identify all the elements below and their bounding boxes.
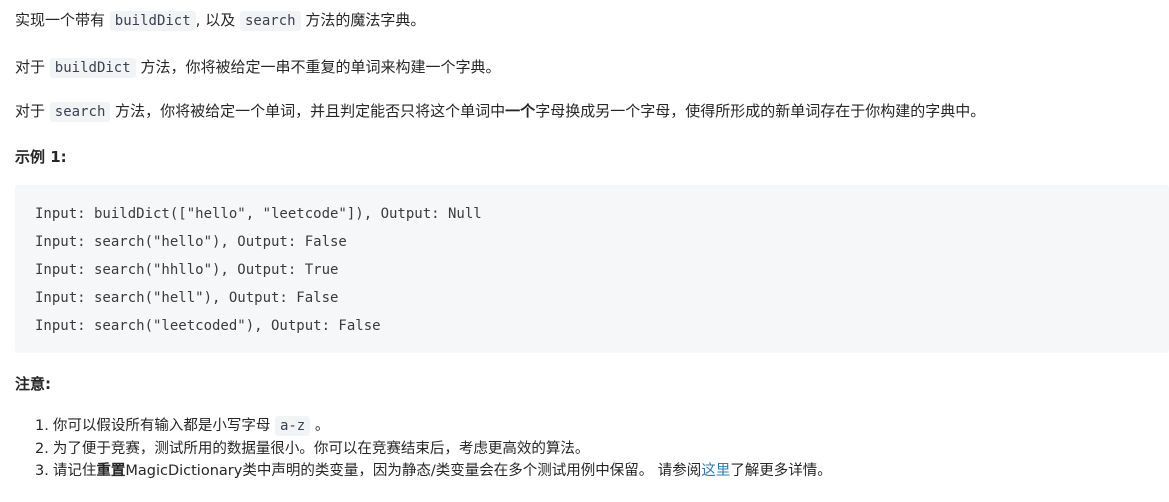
note-text: 请记住 (52, 463, 97, 479)
intro-paragraph-2: 对于 buildDict 方法，你将被给定一串不重复的单词来构建一个字典。 (15, 55, 500, 80)
code-line: Input: search("hell"), Output: False (35, 290, 339, 306)
notes-list: 1. 你可以假设所有输入都是小写字母 a-z 。 2. 为了便于竞赛，测试所用的数据… (35, 415, 832, 483)
intro-text: 方法，你将被给定一串不重复的单词来构建一个字典。 (140, 58, 501, 76)
note-text: 。 (314, 418, 330, 434)
note-text: 为了便于竞赛，测试所用的数据量很小。你可以在竞赛结束后，考虑更高效的算法。 (52, 440, 590, 457)
list-item: 2. 为了便于竞赛，测试所用的数据量很小。你可以在竞赛结束后，考虑更高效的算法。 (35, 438, 832, 461)
note-text: MagicDictionary类中声明的类变量，因为静态/类变量会在多个测试用例… (125, 463, 702, 479)
intro-paragraph-1: 实现一个带有 buildDict, 以及 search 方法的魔法字典。 (15, 8, 425, 33)
intro-text: 对于 (15, 102, 46, 120)
list-number: 1. (35, 418, 49, 434)
inline-code-a-z: a-z (274, 416, 311, 436)
notes-heading: 注意: (15, 375, 51, 393)
intro-text: 实现一个带有 (15, 11, 106, 29)
inline-code-search: search (239, 11, 301, 31)
list-item: 3. 请记住重置MagicDictionary类中声明的类变量，因为静态/类变量会… (35, 460, 832, 483)
intro-paragraph-3: 对于 search 方法，你将被给定一个单词，并且判定能否只将这个单词中一个字母… (15, 99, 985, 124)
list-number: 2. (35, 440, 49, 457)
intro-text: 字母换成另一个字母，使得所形成的新单词存在于你构建的字典中。 (535, 102, 986, 120)
example-code-block: Input: buildDict(["hello", "leetcode"]),… (15, 185, 1169, 353)
intro-text: 对于 (15, 58, 46, 76)
code-line: Input: search("hhllo"), Output: True (35, 262, 339, 278)
intro-text: 方法，你将被给定一个单词，并且判定能否只将这个单词中 (115, 102, 506, 120)
inline-code-builddict: buildDict (109, 11, 196, 31)
code-line: Input: buildDict(["hello", "leetcode"]),… (35, 206, 482, 222)
example-heading: 示例 1: (15, 148, 67, 166)
list-item: 1. 你可以假设所有输入都是小写字母 a-z 。 (35, 415, 832, 438)
inline-code-builddict: buildDict (49, 58, 136, 78)
intro-text: 方法的魔法字典。 (305, 11, 426, 29)
code-line: Input: search("leetcoded"), Output: Fals… (35, 318, 381, 334)
inline-code-search: search (49, 102, 111, 122)
list-number: 3. (35, 463, 49, 479)
note-text: 了解更多详情。 (730, 463, 832, 479)
emphasis-text: 重置 (96, 463, 126, 479)
emphasis-text: 一个 (505, 102, 536, 120)
note-text: 你可以假设所有输入都是小写字母 (52, 418, 271, 434)
code-line: Input: search("hello"), Output: False (35, 234, 347, 250)
intro-text: , 以及 (195, 11, 236, 29)
details-link[interactable]: 这里 (701, 463, 730, 479)
